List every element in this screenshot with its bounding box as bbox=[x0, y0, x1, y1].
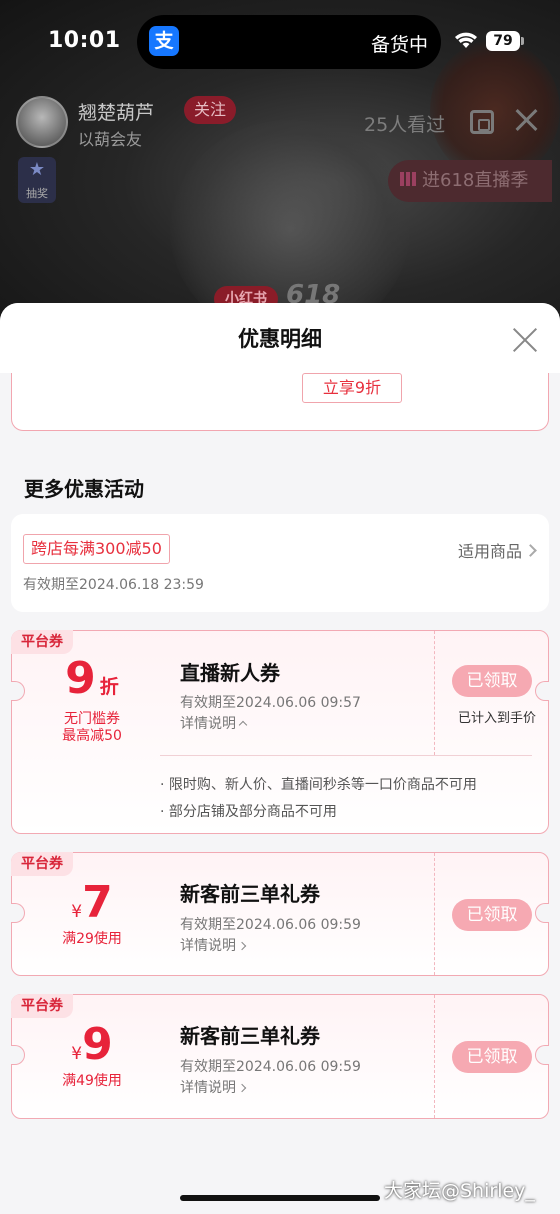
coupon-title: 直播新人券 bbox=[180, 661, 280, 685]
chart-bars-icon bbox=[400, 172, 416, 186]
discount-detail-sheet: 优惠明细 立享9折 更多优惠活动 跨店每满300减50 适用商品 有效期至202… bbox=[0, 303, 560, 1214]
coupon-value: 9 bbox=[82, 1019, 113, 1070]
coupon-notch-right bbox=[535, 903, 549, 923]
coupon-detail-toggle[interactable]: 详情说明 bbox=[180, 713, 248, 733]
coupon-rule-2: · 部分店铺及部分商品不可用 bbox=[160, 804, 337, 820]
star-icon: ★ bbox=[28, 159, 46, 180]
host-subtitle: 以葫会友 bbox=[78, 130, 143, 149]
coupon-detail-label: 详情说明 bbox=[180, 938, 236, 954]
coupon-threshold: 无门槛券 bbox=[64, 711, 120, 727]
claimed-button[interactable]: 已领取 bbox=[452, 899, 532, 931]
platform-coupon-badge: 平台券 bbox=[11, 994, 73, 1018]
chevron-right-icon bbox=[524, 544, 537, 557]
coupon-max-discount: 最高减50 bbox=[62, 728, 122, 744]
lottery-button[interactable]: ★ 抽奖 bbox=[18, 157, 56, 203]
close-live-icon[interactable] bbox=[514, 108, 538, 132]
coupon-validity: 有效期至2024.06.06 09:57 bbox=[180, 695, 361, 711]
coupon-amount: ¥9 bbox=[12, 1021, 172, 1069]
coupon-validity: 有效期至2024.06.06 09:59 bbox=[180, 917, 361, 933]
applicable-products-label: 适用商品 bbox=[457, 542, 522, 561]
viewer-count: 25人看过 bbox=[364, 114, 446, 136]
coupon-card: 平台券 ¥7 满29使用 新客前三单礼券 有效期至2024.06.06 09:5… bbox=[11, 852, 549, 976]
coupon-value: 9 bbox=[65, 653, 96, 704]
status-time: 10:01 bbox=[48, 28, 121, 53]
coupon-notch-right bbox=[535, 1045, 549, 1065]
currency-symbol: ¥ bbox=[71, 902, 83, 922]
enter-618-label: 进618直播季 bbox=[422, 170, 529, 191]
coupon-amount: ¥7 bbox=[12, 879, 172, 927]
island-status-text: 备货中 bbox=[370, 34, 428, 56]
coupon-detail-label: 详情说明 bbox=[180, 716, 236, 732]
currency-symbol: ¥ bbox=[71, 1044, 83, 1064]
lottery-label: 抽奖 bbox=[26, 187, 48, 200]
platform-coupon-badge: 平台券 bbox=[11, 852, 73, 876]
claimed-button[interactable]: 已领取 bbox=[452, 665, 532, 697]
alipay-app-icon: 支 bbox=[149, 26, 179, 56]
coupon-detail-link[interactable]: 详情说明 bbox=[180, 1077, 247, 1097]
follow-button[interactable]: 关注 bbox=[184, 96, 236, 124]
host-info[interactable]: 翘楚葫芦 以葫会友 关注 bbox=[16, 96, 236, 150]
coupon-rule-divider bbox=[160, 755, 532, 756]
discount-card-top: 立享9折 bbox=[11, 373, 549, 431]
battery-indicator: 79 bbox=[486, 31, 524, 51]
coupon-detail-label: 详情说明 bbox=[180, 1080, 236, 1096]
dynamic-island[interactable]: 支 备货中 bbox=[137, 15, 441, 69]
coupon-notch-right bbox=[535, 681, 549, 701]
coupon-dashed-divider bbox=[434, 853, 435, 975]
home-indicator[interactable] bbox=[180, 1195, 380, 1201]
watermark: 大家坛@Shirley_ bbox=[384, 1180, 535, 1202]
coupon-unit: 折 bbox=[99, 676, 119, 698]
coupon-rule-1: · 限时购、新人价、直播间秒杀等一口价商品不可用 bbox=[160, 777, 477, 793]
section-title: 更多优惠活动 bbox=[24, 477, 144, 501]
close-icon[interactable] bbox=[512, 327, 538, 353]
status-bar: 10:01 支 备货中 79 bbox=[0, 0, 560, 86]
coupon-threshold: 满49使用 bbox=[62, 1073, 122, 1089]
coupon-title: 新客前三单礼券 bbox=[180, 1024, 320, 1048]
enjoy-discount-button[interactable]: 立享9折 bbox=[302, 373, 402, 403]
coupon-dashed-divider bbox=[434, 631, 435, 755]
promo-validity: 有效期至2024.06.18 23:59 bbox=[23, 577, 204, 593]
chevron-right-icon bbox=[237, 941, 247, 951]
coupon-detail-link[interactable]: 详情说明 bbox=[180, 935, 247, 955]
coupon-amount: 9折 bbox=[12, 655, 172, 703]
counted-in-price-note: 已计入到手价 bbox=[457, 711, 536, 726]
wifi-icon bbox=[455, 32, 477, 48]
sheet-header: 优惠明细 bbox=[0, 303, 560, 373]
sheet-title: 优惠明细 bbox=[238, 327, 322, 351]
coupon-value: 7 bbox=[82, 877, 113, 928]
promo-tag: 跨店每满300减50 bbox=[23, 534, 170, 564]
coupon-card: 平台券 9折 无门槛券 最高减50 直播新人券 有效期至2024.06.06 0… bbox=[11, 630, 549, 834]
coupon-threshold: 满29使用 bbox=[62, 931, 122, 947]
host-avatar[interactable] bbox=[16, 96, 68, 148]
enter-618-banner[interactable]: 进618直播季 bbox=[388, 160, 552, 202]
chevron-up-icon bbox=[238, 720, 248, 730]
chevron-right-icon bbox=[237, 1083, 247, 1093]
claimed-button[interactable]: 已领取 bbox=[452, 1041, 532, 1073]
coupon-dashed-divider bbox=[434, 995, 435, 1118]
coupon-title: 新客前三单礼券 bbox=[180, 882, 320, 906]
platform-coupon-badge: 平台券 bbox=[11, 630, 73, 654]
share-icon[interactable] bbox=[470, 110, 494, 134]
host-name: 翘楚葫芦 bbox=[78, 102, 155, 124]
applicable-products-link[interactable]: 适用商品 bbox=[457, 538, 537, 562]
promo-card[interactable]: 跨店每满300减50 适用商品 有效期至2024.06.18 23:59 bbox=[11, 514, 549, 612]
coupon-card: 平台券 ¥9 满49使用 新客前三单礼券 有效期至2024.06.06 09:5… bbox=[11, 994, 549, 1119]
coupon-validity: 有效期至2024.06.06 09:59 bbox=[180, 1059, 361, 1075]
